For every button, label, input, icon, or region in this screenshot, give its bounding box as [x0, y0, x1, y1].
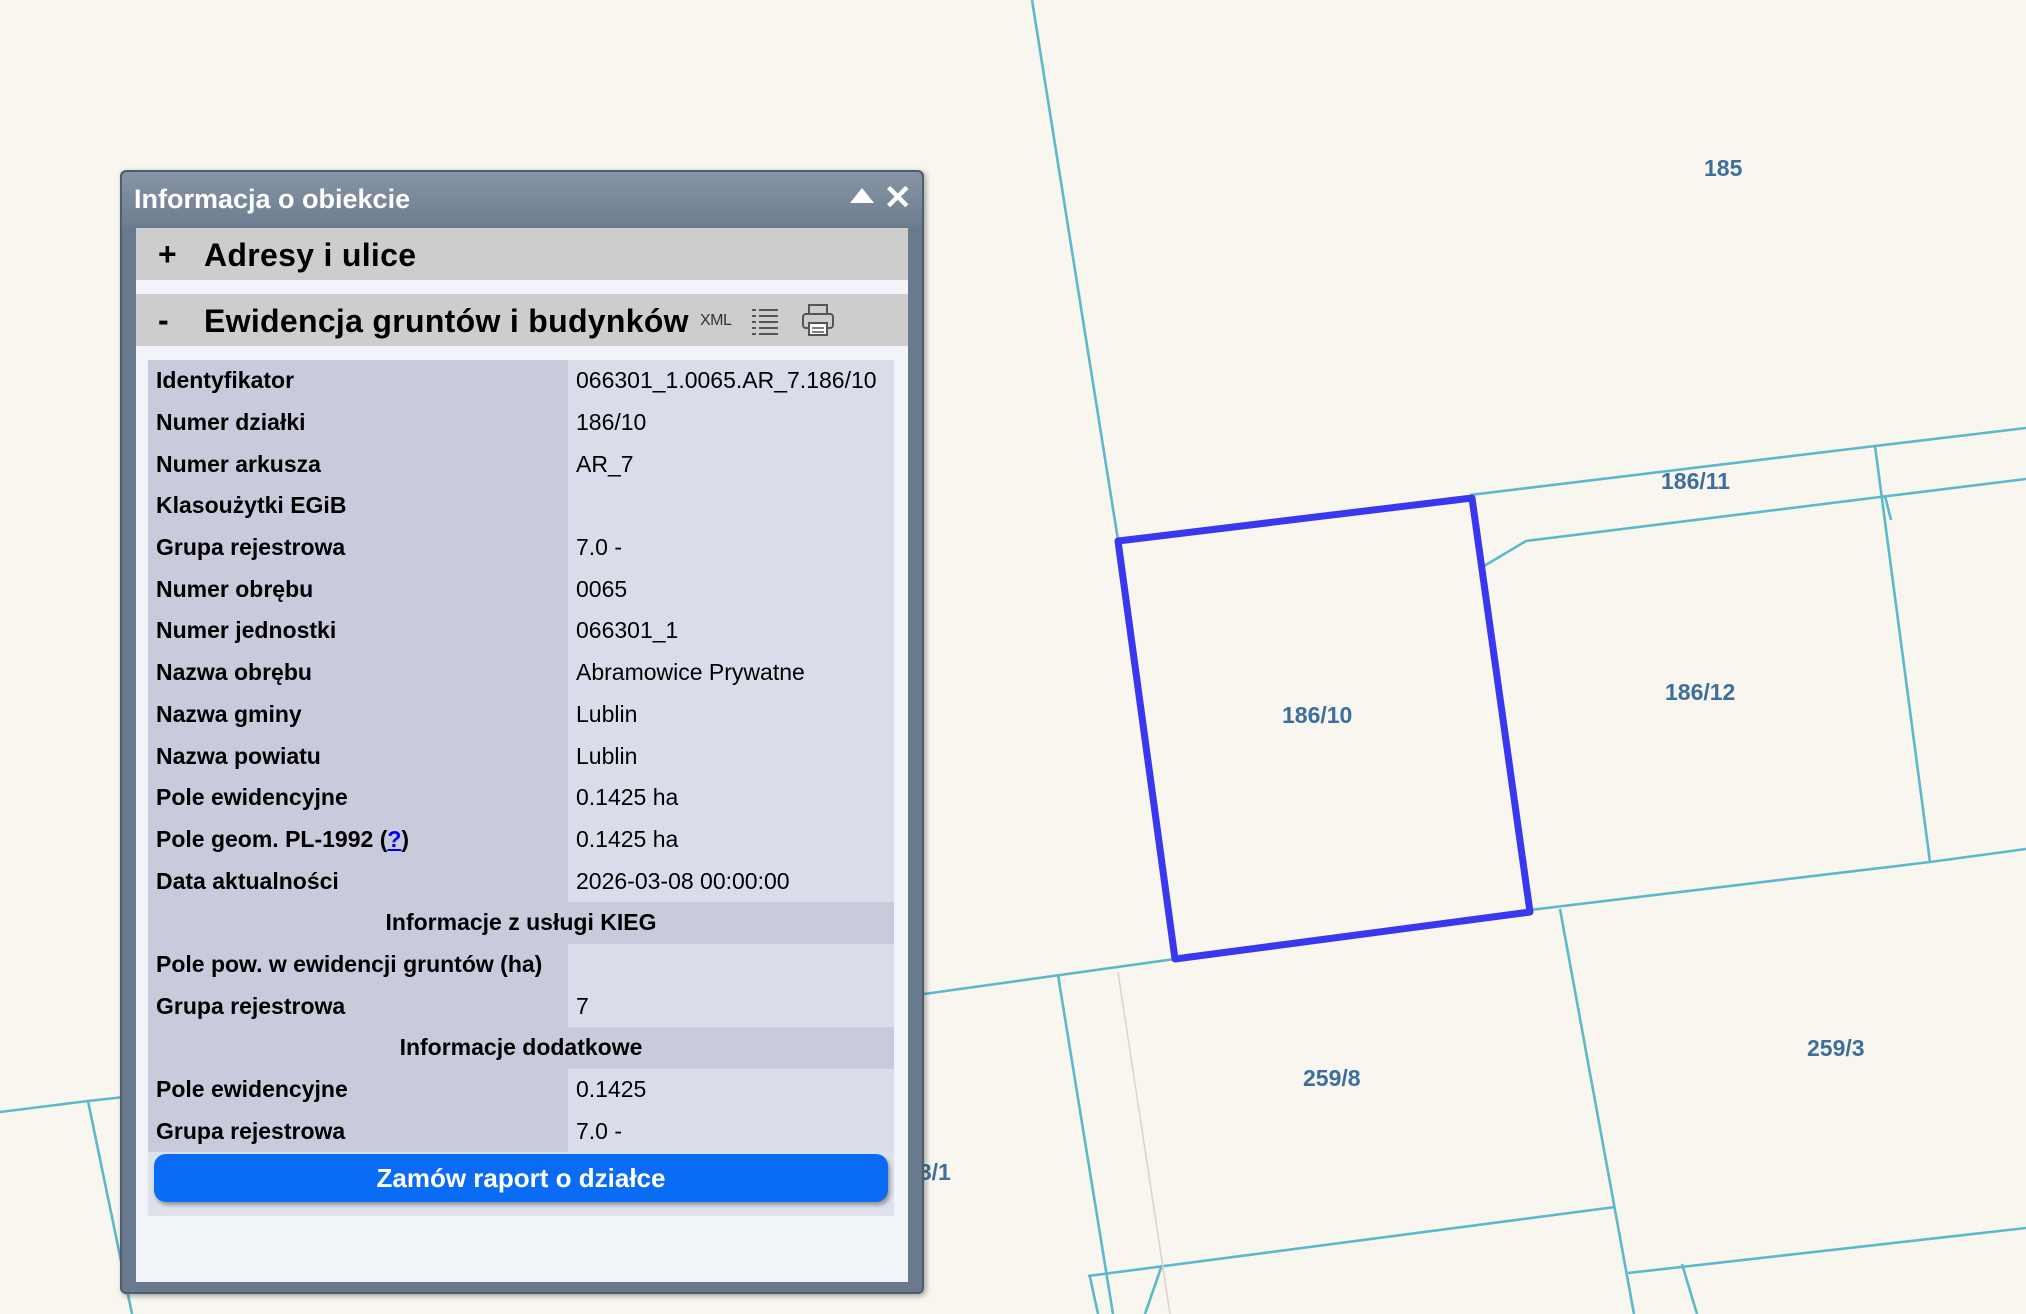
- table-row: Identyfikator 066301_1.0065.AR_7.186/10: [148, 360, 894, 402]
- table-row: Nazwa powiatu Lublin: [148, 735, 894, 777]
- selected-parcel-outline[interactable]: [1114, 494, 1534, 963]
- panel-body: + Adresy i ulice - Ewidencja gruntów i b…: [136, 228, 908, 1282]
- section-addresses[interactable]: + Adresy i ulice: [136, 228, 908, 280]
- attribute-table: Identyfikator 066301_1.0065.AR_7.186/10 N…: [148, 360, 894, 1216]
- extra-info-header: Informacje dodatkowe: [148, 1027, 894, 1069]
- parcel-label[interactable]: 185: [1704, 155, 1743, 181]
- table-row: Numer działki 186/10: [148, 401, 894, 444]
- close-icon[interactable]: ✕: [884, 178, 913, 218]
- order-parcel-report-button[interactable]: Zamów raport o działce: [154, 1154, 888, 1202]
- xml-export-icon[interactable]: XML: [700, 312, 732, 330]
- row-key: Pole geom. PL-1992 (?): [148, 818, 568, 861]
- parcel-labels: 185 186/11 186/10 186/12 259/8 259/3 58/…: [906, 155, 1865, 1185]
- table-row: Informacje z usługi KIEG: [148, 901, 894, 944]
- triangle-up-icon[interactable]: [850, 188, 874, 203]
- row-value: 0065: [568, 568, 894, 611]
- parcel-label[interactable]: 186/10: [1282, 702, 1352, 728]
- row-key: Numer arkusza: [148, 443, 568, 486]
- row-value: 066301_1: [568, 610, 894, 652]
- table-row: Numer jednostki 066301_1: [148, 610, 894, 652]
- kieg-header: Informacje z usługi KIEG: [148, 901, 894, 944]
- table-row: Numer obrębu 0065: [148, 568, 894, 611]
- table-row: Nazwa gminy Lublin: [148, 693, 894, 736]
- row-value: 7.0 -: [568, 1110, 894, 1153]
- row-value: Abramowice Prywatne: [568, 651, 894, 694]
- table-row: Pole pow. w ewidencji gruntów (ha): [148, 943, 894, 986]
- row-value: Lublin: [568, 693, 894, 736]
- row-value: [568, 943, 894, 986]
- row-key-text-end: ): [401, 825, 410, 852]
- table-row: Grupa rejestrowa 7.0 -: [148, 1110, 894, 1153]
- row-value: 0.1425 ha: [568, 818, 894, 861]
- row-value: AR_7: [568, 443, 894, 486]
- panel-title: Informacja o obiekcie: [134, 184, 411, 214]
- row-key: Pole ewidencyjne: [148, 1068, 568, 1111]
- table-row: Informacje dodatkowe: [148, 1027, 894, 1069]
- row-key: Pole pow. w ewidencji gruntów (ha): [148, 943, 568, 986]
- row-key: Nazwa obrębu: [148, 651, 568, 694]
- row-value: [568, 485, 894, 527]
- row-value: 0.1425 ha: [568, 776, 894, 819]
- table-row: Grupa rejestrowa 7: [148, 985, 894, 1027]
- row-key: Data aktualności: [148, 860, 568, 902]
- row-key: Numer działki: [148, 401, 568, 444]
- row-key: Grupa rejestrowa: [148, 526, 568, 569]
- parcel-label[interactable]: 259/8: [1303, 1065, 1361, 1091]
- section-title[interactable]: Ewidencja gruntów i budynków: [204, 303, 689, 340]
- list-icon[interactable]: [750, 306, 780, 336]
- table-row: Nazwa obrębu Abramowice Prywatne: [148, 651, 894, 694]
- row-key: Nazwa powiatu: [148, 735, 568, 777]
- row-value: Lublin: [568, 735, 894, 777]
- row-key: Identyfikator: [148, 360, 568, 402]
- section-land-registry[interactable]: - Ewidencja gruntów i budynków XML: [136, 294, 908, 346]
- table-row: Klasoużytki EGiB: [148, 485, 894, 527]
- row-key: Numer jednostki: [148, 610, 568, 652]
- row-key: Nazwa gminy: [148, 693, 568, 736]
- row-key: Pole ewidencyjne: [148, 776, 568, 819]
- object-info-panel[interactable]: Informacja o obiekcie ✕ + Adresy i ulice…: [120, 170, 924, 1294]
- section-title[interactable]: Adresy i ulice: [204, 237, 416, 274]
- collapse-toggle[interactable]: -: [158, 302, 169, 339]
- row-value: 7: [568, 985, 894, 1027]
- row-value: 186/10: [568, 401, 894, 444]
- table-row: Data aktualności 2026-03-08 00:00:00: [148, 860, 894, 902]
- row-value: 2026-03-08 00:00:00: [568, 860, 894, 902]
- parcel-label[interactable]: 186/12: [1665, 679, 1735, 705]
- parcel-label[interactable]: 186/11: [1661, 468, 1730, 494]
- row-key: Numer obrębu: [148, 568, 568, 611]
- row-value: 066301_1.0065.AR_7.186/10: [568, 360, 894, 402]
- help-link[interactable]: ?: [387, 826, 401, 852]
- row-key-text: Pole geom. PL-1992 (: [156, 825, 388, 852]
- table-row: Pole ewidencyjne 0.1425: [148, 1068, 894, 1111]
- row-value: 7.0 -: [568, 526, 894, 569]
- table-row: Pole geom. PL-1992 (?) 0.1425 ha: [148, 818, 894, 861]
- row-key: Grupa rejestrowa: [148, 985, 568, 1027]
- expand-toggle[interactable]: +: [158, 236, 177, 273]
- panel-header[interactable]: Informacja o obiekcie ✕: [122, 172, 922, 226]
- row-value: 0.1425: [568, 1068, 894, 1111]
- row-key: Grupa rejestrowa: [148, 1110, 568, 1153]
- parcel-label[interactable]: 259/3: [1807, 1035, 1865, 1061]
- row-key: Klasoużytki EGiB: [148, 485, 568, 527]
- table-row: Numer arkusza AR_7: [148, 443, 894, 486]
- table-row: Grupa rejestrowa 7.0 -: [148, 526, 894, 569]
- table-row: Pole ewidencyjne 0.1425 ha: [148, 776, 894, 819]
- printer-icon[interactable]: [800, 302, 836, 338]
